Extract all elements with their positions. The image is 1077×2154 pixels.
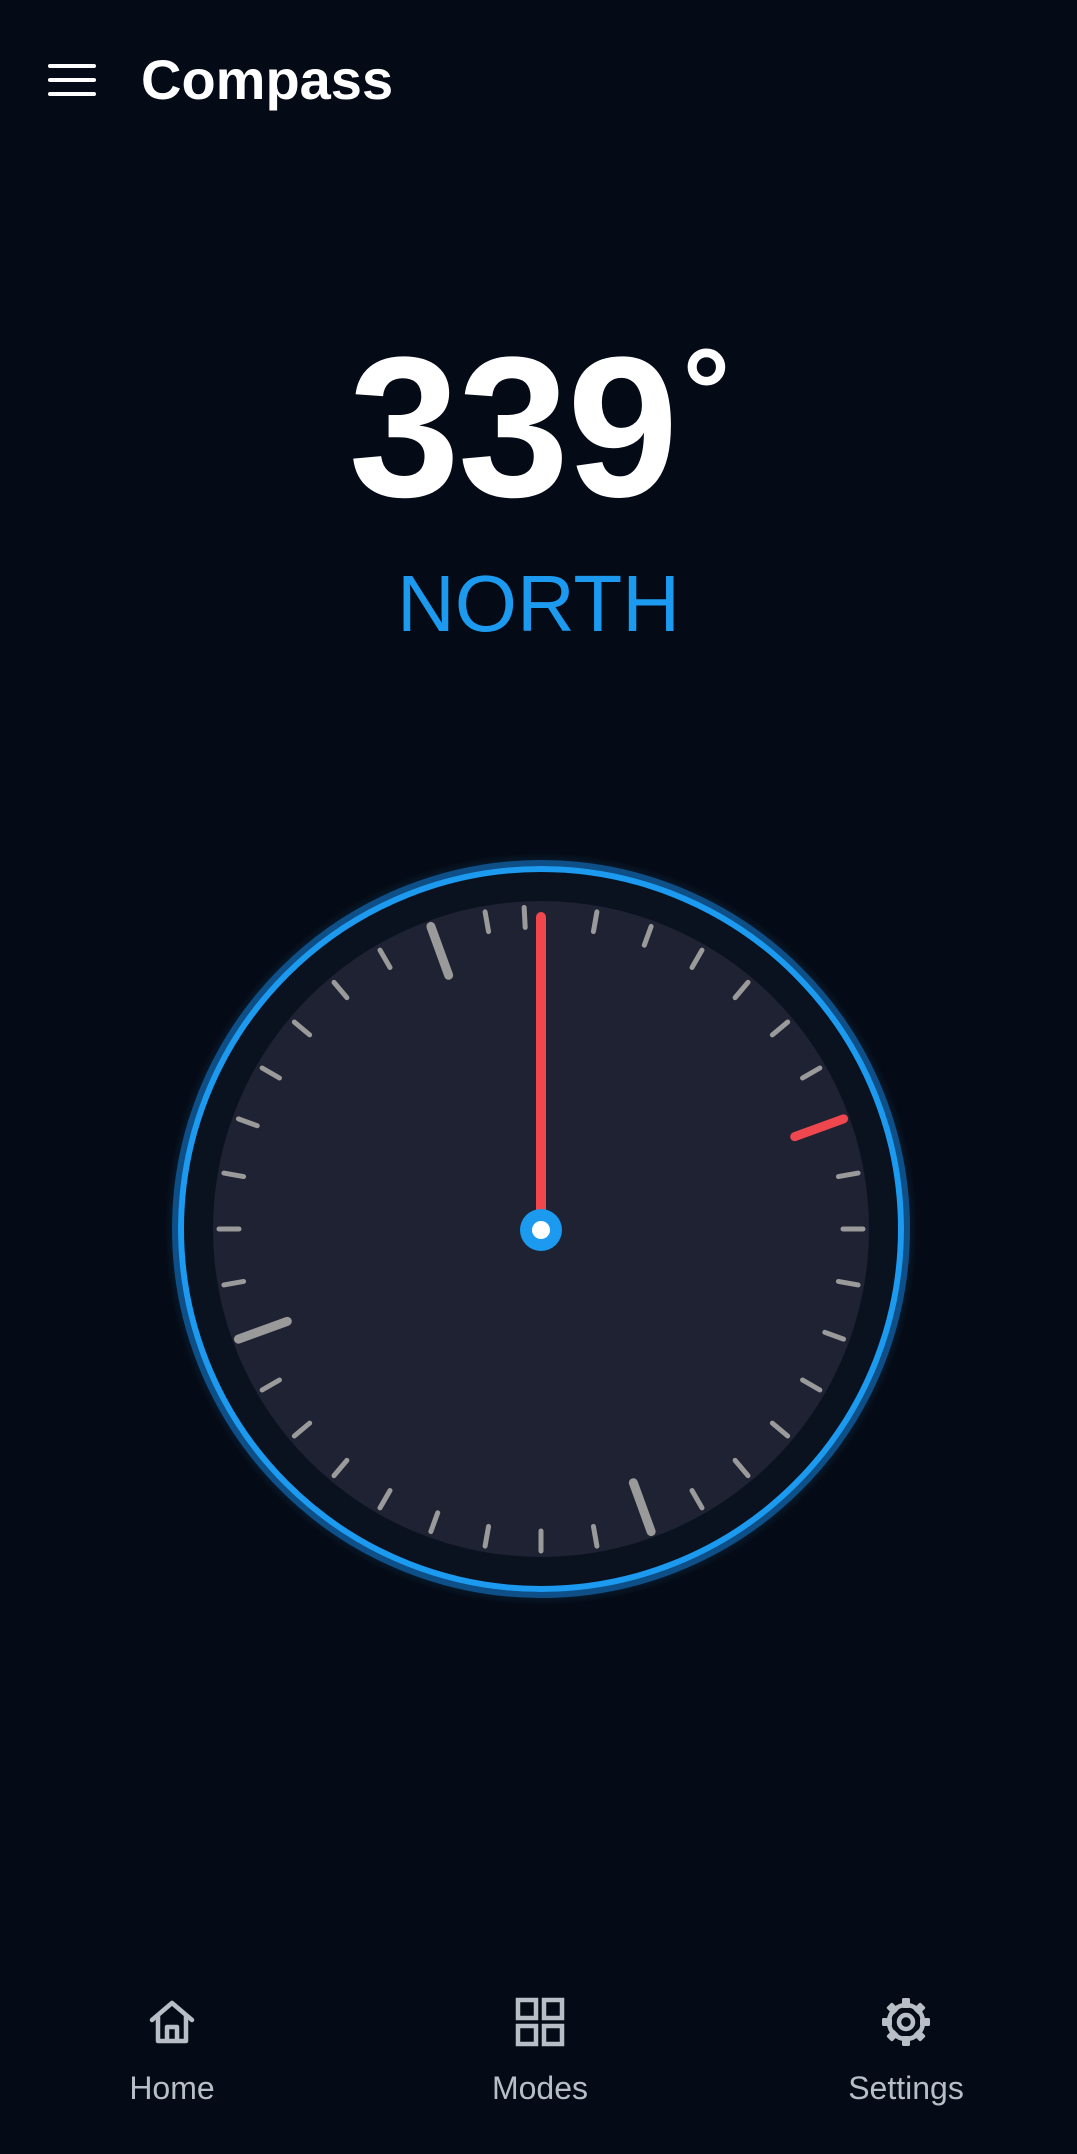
hamburger-menu-icon [48, 64, 96, 96]
grid-icon [515, 1997, 565, 2047]
needle-hub-inner [532, 1221, 550, 1239]
dial-tick [835, 1278, 861, 1288]
dial-tick [590, 1523, 600, 1549]
dial-tick [221, 1278, 247, 1288]
nav-label-home: Home [129, 2070, 215, 2106]
dial-tick [482, 909, 492, 935]
bottom-navigation: Home Modes Settings [0, 1960, 1077, 2154]
home-icon [149, 2000, 195, 2044]
app-title: Compass [141, 48, 394, 111]
menu-button[interactable] [38, 52, 106, 108]
degree-symbol: ° [682, 324, 730, 458]
dial-tick [590, 909, 600, 935]
direction-label: NORTH [397, 559, 680, 648]
heading-value: 339 [348, 316, 679, 539]
compass-dial-graphic [165, 853, 917, 1605]
nav-item-settings[interactable]: Settings [786, 1960, 1026, 2110]
dial-tick [221, 1170, 247, 1180]
app-bar: Compass [0, 0, 1077, 160]
compass-screen: Compass 339° NORTH Home Modes Settings [0, 0, 1077, 2154]
dial-tick [521, 904, 528, 930]
dial-tick [835, 1170, 861, 1180]
gear-icon [882, 1998, 930, 2046]
nav-item-home[interactable]: Home [52, 1960, 292, 2110]
dial-tick [482, 1523, 492, 1549]
nav-label-modes: Modes [491, 2070, 589, 2106]
nav-item-modes[interactable]: Modes [420, 1960, 660, 2110]
nav-label-settings: Settings [848, 2070, 964, 2106]
heading-degrees: 339° [0, 324, 1077, 555]
compass-dial [165, 853, 917, 1605]
